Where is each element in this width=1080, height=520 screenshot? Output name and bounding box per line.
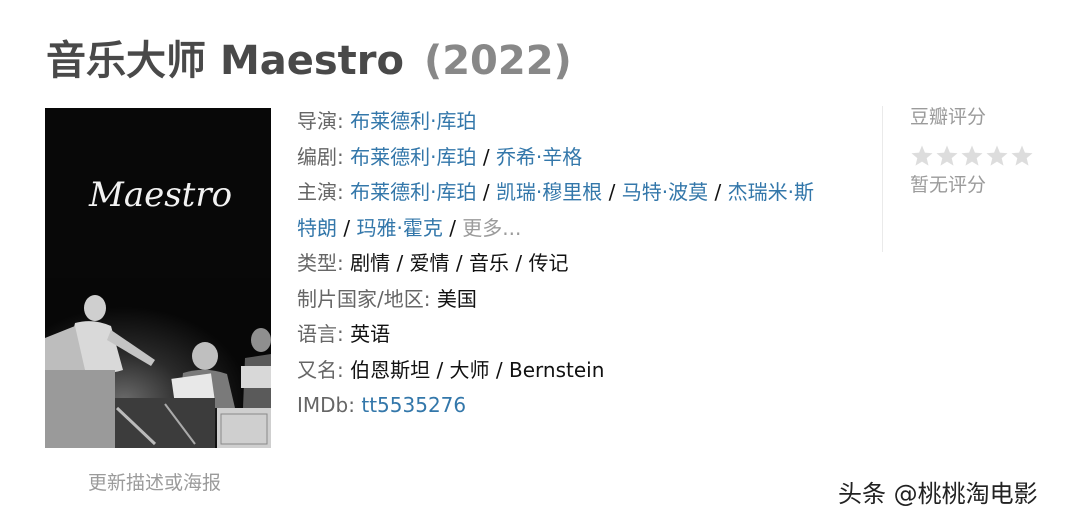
cast-row: 主演: 布莱德利·库珀 / 凯瑞·穆里根 / 马特·波莫 / 杰瑞米·斯 (297, 175, 857, 211)
cast-link[interactable]: 布莱德利·库珀 (350, 180, 476, 204)
separator: / (714, 180, 722, 204)
director-link[interactable]: 布莱德利·库珀 (350, 109, 476, 133)
imdb-label: IMDb: (297, 393, 355, 417)
star-icon (911, 145, 933, 166)
star-icon (961, 145, 983, 166)
genre-row: 类型: 剧情 / 爱情 / 音乐 / 传记 (297, 246, 857, 282)
movie-title-cn: 音乐大师 (46, 38, 206, 84)
page-title: 音乐大师 Maestro (2022) (46, 28, 572, 86)
rating-status: 暂无评分 (910, 174, 987, 196)
separator: / (449, 215, 456, 240)
update-description-link[interactable]: 更新描述或海报 (88, 468, 221, 495)
separator: / (482, 180, 490, 204)
writer-row: 编剧: 布莱德利·库珀 / 乔希·辛格 (297, 140, 857, 176)
director-row: 导演: 布莱德利·库珀 (297, 104, 857, 140)
writer-link[interactable]: 乔希·辛格 (496, 145, 582, 169)
movie-year: (2022) (423, 38, 572, 84)
cast-label: 主演: (297, 180, 344, 204)
country-row: 制片国家/地区: 美国 (297, 282, 857, 318)
rating-label: 豆瓣评分 (910, 106, 987, 128)
star-icon (936, 145, 958, 166)
movie-title-en: Maestro (219, 38, 404, 84)
poster-title-text: Maestro (88, 175, 232, 215)
imdb-link[interactable]: tt5535276 (361, 393, 466, 417)
aka-label: 又名: (297, 357, 344, 382)
divider (882, 106, 883, 252)
aka-row: 又名: 伯恩斯坦 / 大师 / Bernstein (297, 353, 857, 389)
separator: / (608, 180, 616, 204)
imdb-row: IMDb: tt5535276 (297, 388, 857, 424)
cast-link[interactable]: 杰瑞米·斯 (728, 180, 814, 204)
writer-link[interactable]: 布莱德利·库珀 (350, 145, 476, 169)
country-value: 美国 (436, 286, 477, 311)
rating-stars (910, 144, 1060, 172)
cast-link[interactable]: 凯瑞·穆里根 (496, 180, 602, 204)
genre-label: 类型: (297, 251, 344, 275)
language-value: 英语 (350, 322, 391, 346)
watermark: 头条 @桃桃淘电影 (838, 480, 1038, 508)
cast-link[interactable]: 马特·波莫 (622, 180, 708, 204)
star-icon (986, 145, 1008, 166)
poster-image: Maestro (45, 108, 271, 448)
cast-more-link[interactable]: 更多... (462, 216, 521, 240)
language-row: 语言: 英语 (297, 317, 857, 353)
rating-panel: 豆瓣评分 暂无评分 (910, 104, 1060, 198)
aka-value: 伯恩斯坦 / 大师 / Bernstein (350, 357, 605, 382)
genre-value: 剧情 / 爱情 / 音乐 / 传记 (350, 251, 569, 275)
movie-poster[interactable]: Maestro (45, 108, 271, 448)
cast-link[interactable]: 特朗 (297, 216, 337, 240)
writer-label: 编剧: (297, 144, 344, 169)
director-label: 导演: (297, 109, 344, 133)
separator: / (482, 144, 490, 169)
language-label: 语言: (297, 322, 344, 346)
separator: / (343, 215, 351, 240)
cast-link[interactable]: 玛雅·霍克 (356, 216, 442, 240)
country-label: 制片国家/地区: (297, 286, 431, 311)
cast-row-continued: 特朗 / 玛雅·霍克 / 更多... (297, 211, 857, 247)
movie-info-panel: 导演: 布莱德利·库珀 编剧: 布莱德利·库珀 / 乔希·辛格 主演: 布莱德利… (297, 104, 857, 424)
star-icon (1011, 145, 1033, 166)
